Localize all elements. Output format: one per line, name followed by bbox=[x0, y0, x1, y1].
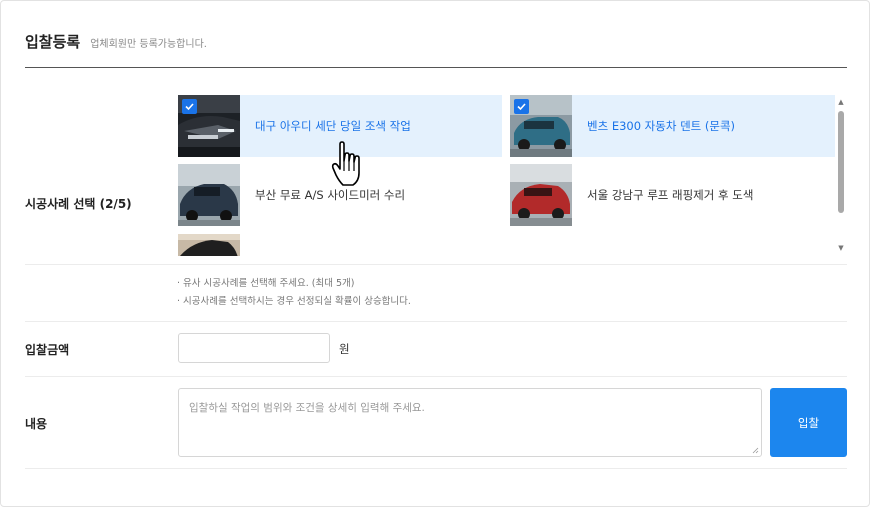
scroll-down-arrow-icon[interactable]: ▼ bbox=[837, 244, 845, 252]
content-placeholder: 입찰하실 작업의 범위와 조건을 상세히 입력해 주세요. bbox=[189, 402, 425, 414]
header-divider bbox=[25, 67, 847, 68]
case-list[interactable]: 대구 아우디 세단 당일 조색 작업 벤츠 E300 자동차 덴트 (문콕) 부… bbox=[178, 95, 848, 256]
resize-handle-icon[interactable] bbox=[752, 447, 759, 454]
case-thumbnail bbox=[178, 164, 240, 226]
bid-registration-panel: 입찰등록 업체회원만 등록가능합니다. 시공사례 선택 (2/5) 대구 아우디… bbox=[0, 0, 870, 507]
hand-pointer-cursor-icon bbox=[331, 141, 360, 186]
case-item[interactable] bbox=[178, 234, 502, 256]
page-subtitle: 업체회원만 등록가능합니다. bbox=[90, 39, 207, 50]
case-note: · 유사 시공사례를 선택해 주세요. (최대 5개) bbox=[177, 278, 355, 289]
divider bbox=[25, 321, 847, 322]
scroll-thumb[interactable] bbox=[838, 111, 844, 213]
case-select-label: 시공사례 선택 (2/5) bbox=[25, 197, 132, 211]
divider bbox=[25, 376, 847, 377]
amount-input[interactable] bbox=[178, 333, 330, 363]
case-thumbnail bbox=[178, 95, 240, 157]
divider bbox=[25, 468, 847, 469]
scroll-up-arrow-icon[interactable]: ▲ bbox=[837, 98, 845, 106]
case-item-label: 부산 무료 A/S 사이드미러 수리 bbox=[255, 188, 406, 202]
content-label: 내용 bbox=[25, 417, 48, 431]
page-title: 입찰등록 bbox=[25, 33, 81, 51]
case-item[interactable]: 벤츠 E300 자동차 덴트 (문콕) bbox=[510, 95, 835, 157]
bid-submit-button[interactable]: 입찰 bbox=[770, 388, 847, 457]
checkbox-checked-icon[interactable] bbox=[514, 99, 529, 114]
content-textarea[interactable]: 입찰하실 작업의 범위와 조건을 상세히 입력해 주세요. bbox=[178, 388, 762, 457]
case-item[interactable]: 서울 강남구 루프 래핑제거 후 도색 bbox=[510, 164, 835, 226]
case-item-label: 벤츠 E300 자동차 덴트 (문콕) bbox=[587, 119, 736, 133]
case-list-scrollbar[interactable]: ▲ ▼ bbox=[835, 98, 847, 253]
case-note: · 시공사례를 선택하시는 경우 선정되실 확률이 상승합니다. bbox=[177, 296, 411, 307]
checkbox-checked-icon[interactable] bbox=[182, 99, 197, 114]
section-header: 입찰등록 업체회원만 등록가능합니다. bbox=[25, 31, 207, 52]
case-item-label: 대구 아우디 세단 당일 조색 작업 bbox=[255, 119, 411, 133]
divider bbox=[25, 264, 847, 265]
case-thumbnail bbox=[510, 164, 572, 226]
amount-unit: 원 bbox=[339, 342, 350, 356]
amount-label: 입찰금액 bbox=[25, 343, 70, 357]
case-thumbnail bbox=[178, 234, 240, 256]
case-item-label: 서울 강남구 루프 래핑제거 후 도색 bbox=[587, 188, 754, 202]
case-thumbnail bbox=[510, 95, 572, 157]
